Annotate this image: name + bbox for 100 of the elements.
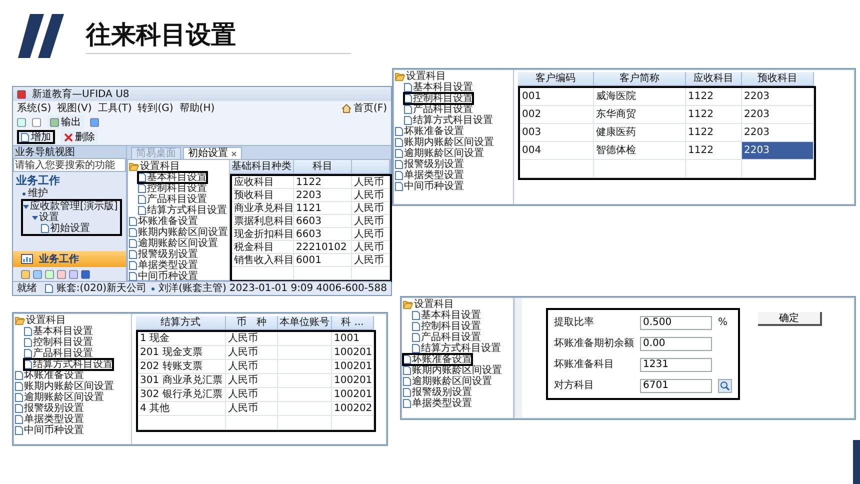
window-title: 新道教育—UFIDA U8 [32,88,130,100]
tree-item[interactable]: 中间币种设置 [15,425,84,436]
document-icon [21,132,29,142]
tree-item[interactable]: 坏账准备设置 [395,126,464,137]
tree-item[interactable]: 报警级别设置 [403,387,472,398]
tree-item[interactable]: 维护 [21,188,48,199]
menu-item[interactable]: 转到(G) [138,102,174,114]
confirm-button[interactable]: 确定 [758,312,822,326]
folder-icon [403,300,413,309]
table-cell: 6603 [294,215,352,228]
tree-item[interactable]: 设置科目 [129,161,180,172]
table-cell: 人民币 [226,332,278,346]
delete-button[interactable]: 删除 [61,130,98,144]
tree-item[interactable]: 产品科目设置 [24,348,93,359]
tree-item[interactable]: 逾期账龄区间设置 [129,238,218,249]
nav-bar[interactable]: 业务工作 [13,251,126,267]
column-header[interactable]: 币 种 [226,316,278,330]
bullet-icon [21,190,27,196]
tree-item[interactable]: 控制科目设置 [24,337,93,348]
column-header[interactable]: 本单位账号 [278,316,332,330]
table-cell: 人民币 [226,402,278,416]
column-header[interactable]: 客户简称 [594,72,686,86]
tree-item[interactable]: 结算方式科目设置 [412,343,501,354]
tree-item[interactable]: 设置科目 [395,71,446,82]
field-label: 坏账准备期初余额 [554,338,634,349]
tree-item[interactable]: 逾期账龄区间设置 [395,148,484,159]
tree-item[interactable]: 基本科目设置 [404,82,473,93]
tree-item[interactable]: 初始设置 [41,223,90,234]
column-header[interactable]: 科 ... [332,316,374,330]
input-field[interactable]: 6701 [640,378,712,392]
table-cell: 6603 [294,228,352,241]
home-link[interactable]: 首页(F) [342,102,387,114]
input-field[interactable]: 0.500 [640,316,712,330]
tree-item[interactable]: 单据类型设置 [395,170,464,181]
table-cell: 人民币 [226,374,278,388]
tree-item[interactable]: 设置科目 [15,315,66,326]
column-header[interactable]: 应收科目 [686,72,742,86]
tree-item[interactable]: 账期内账龄区间设置 [395,137,494,148]
add-button[interactable]: 增加 [17,130,55,144]
table-cell: 人民币 [226,360,278,374]
table-cell: 2203 [742,142,814,160]
lookup-button[interactable] [718,378,732,392]
section-title: 业务工作 [15,172,61,188]
bullet-icon [150,286,156,292]
table-cell: 004 [520,142,594,160]
status-text: 4006-600-588 [316,283,387,294]
tree-item[interactable]: 账期内账龄区间设置 [15,381,114,392]
tree-item[interactable]: 报警级别设置 [15,403,84,414]
tree-item[interactable]: 单据类型设置 [15,414,84,425]
tree-item[interactable]: 结算方式科目设置 [138,205,227,216]
table-cell: 2203 [742,106,814,124]
table-cell: 1122 [686,124,742,142]
field-label: 提取比率 [554,317,595,328]
tree-item[interactable]: 应收款管理[演示版] [23,201,118,212]
menu-item[interactable]: 工具(T) [98,102,132,114]
tree-item[interactable]: 结算方式科目设置 [404,115,493,126]
table-cell: 商业承兑科目 [232,202,294,215]
menu-item[interactable]: 视图(V) [57,102,92,114]
close-icon [231,150,237,156]
table-cell: 302 银行承兑汇票 [138,388,226,402]
scrollbar[interactable] [514,298,522,418]
input-field[interactable]: 1231 [640,358,712,372]
column-header[interactable]: 客户编码 [518,72,594,86]
table-cell: 人民币 [352,228,390,241]
column-header[interactable]: 结算方式 [136,316,226,330]
column-header[interactable]: 科目 [294,160,352,174]
tree-item[interactable]: 基本科目设置 [412,310,481,321]
table-cell: 税金科目 [232,241,294,254]
tree-item[interactable]: 单据类型设置 [403,398,472,409]
column-header[interactable]: 基础科目种类 [230,160,294,174]
table-cell: 2203 [294,189,352,202]
tree-item[interactable]: 账期内账龄区间设置 [129,227,228,238]
input-field[interactable]: 0.00 [640,336,712,350]
column-header[interactable]: 预收科目 [742,72,814,86]
table-cell: 威海医院 [594,88,686,106]
search-field[interactable]: 请输入您要搜索的功能 [13,158,126,172]
menu-item[interactable]: 帮助(H) [179,102,215,114]
menu-item[interactable]: 系统(S) [17,102,52,114]
tree-item[interactable]: 基本科目设置 [24,326,93,337]
table-cell: 1122 [294,176,352,189]
tree-item[interactable]: 逾期账龄区间设置 [403,376,492,387]
tree-item[interactable]: 控制科目设置 [412,321,481,332]
tree-item[interactable]: 逾期账龄区间设置 [15,392,104,403]
export-button[interactable]: 输出 [47,115,84,129]
table-cell [278,388,332,402]
tree-item[interactable]: 报警级别设置 [395,159,464,170]
table-cell: 人民币 [352,202,390,215]
tree-item[interactable]: 产品科目设置 [412,332,481,343]
tree-item[interactable]: 中间币种设置 [395,181,464,192]
column-header[interactable] [352,160,390,174]
tree-item[interactable]: 坏账准备设置 [129,216,198,227]
tree-item[interactable]: 设置 [32,212,59,223]
tree-item[interactable]: 产品科目设置 [138,194,207,205]
tree-item[interactable]: 中间币种设置 [129,271,198,282]
tree-item[interactable]: 报警级别设置 [129,249,198,260]
table-cell: 人民币 [352,254,390,267]
tree-item[interactable]: 设置科目 [403,299,454,310]
tab[interactable]: 初始设置 [183,147,242,159]
tree-item[interactable]: 单据类型设置 [129,260,198,271]
folder-icon [395,72,405,81]
